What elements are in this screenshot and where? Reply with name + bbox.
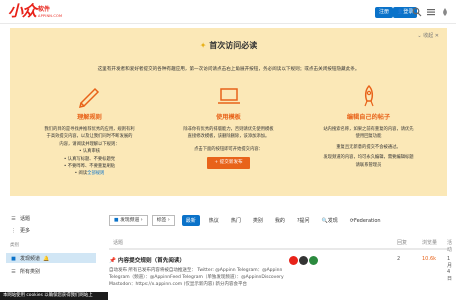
rules-bullet: • 认真写标题、不要标题党 xyxy=(63,156,116,162)
tab-federation[interactable]: ⟳Federation xyxy=(350,218,381,224)
column-activity[interactable]: 活动 xyxy=(447,239,452,253)
list-icon: ☰ xyxy=(11,268,16,275)
chevron-right-icon: › xyxy=(166,218,170,223)
rules-column: 理解规则 我们的目的是寻找并推荐优秀的应用，规则有利 于高效提交内容，以及让我们… xyxy=(22,83,157,178)
laptop-icon xyxy=(217,88,240,104)
rules-bullet: • 阅读全部规则 xyxy=(22,170,157,177)
tab-categories[interactable]: 类别 xyxy=(253,217,263,224)
list-icon: ☰ xyxy=(11,215,16,222)
tags-dropdown-label: 标签 xyxy=(156,218,167,223)
bell-icon: 🔔 xyxy=(43,255,50,262)
sidebar-item-more[interactable]: ⋮ 更多 xyxy=(10,227,31,235)
activity-date[interactable]: 1月 4日 xyxy=(447,256,452,282)
first-visit-banner: ⌄ 收起 ✕ ✦ 首次访问必读 这里有开发者和爱好者提交的各种有趣应用，第一次访… xyxy=(10,28,447,196)
column-views[interactable]: 浏览量 xyxy=(422,239,437,246)
tab-discover[interactable]: 🔍发现 xyxy=(322,217,338,224)
topic-toolbar: ■ 发现频道 › 标签 › 最新 热议 热门 类别 我的 ?提问 🔍发现 ⟳Fe… xyxy=(109,215,387,226)
logo-url: APPINN.COM xyxy=(38,14,63,18)
view-count: 10.6k xyxy=(422,256,437,262)
edit-text: 站内搜索名称，如果之前有重复的内容，请优先 使用回复功能 重复且无新意的提交不会… xyxy=(301,126,436,169)
topic-posters xyxy=(289,256,319,265)
tab-federation-label: Federation xyxy=(353,217,381,224)
banner-title-text: 首次访问必读 xyxy=(209,41,258,50)
rules-bullet: • 认真审核 xyxy=(78,149,101,155)
sidebar-item-all-categories[interactable]: ☰ 所有类别 xyxy=(10,268,41,276)
edit-title: 编辑自己的帖子 xyxy=(346,114,391,121)
tab-top[interactable]: 热门 xyxy=(231,217,241,224)
rules-bullet: • 不要哗哗、不要重复刷贴 xyxy=(63,164,116,170)
edit-line: 站内搜索名称，如果之前有重复的内容，请优先 xyxy=(323,127,414,132)
cookie-notice: 本网站使用 cookies 以确保您获得我们网站上 xyxy=(0,292,108,300)
hamburger-menu-icon[interactable] xyxy=(426,7,436,17)
sidebar-item-discover[interactable]: ■ 发现频道 🔔 xyxy=(10,255,50,263)
template-title: 使用模板 xyxy=(216,114,241,121)
site-logo[interactable]: 小众 软件 APPINN.COM xyxy=(8,3,62,19)
tab-ask[interactable]: ?提问 xyxy=(297,217,310,224)
spark-icon: ✦ xyxy=(199,41,210,50)
sidebar-item-label: 更多 xyxy=(20,228,31,234)
template-line: 除非你有优秀的排版能力，否则请优先使用模板 xyxy=(183,127,274,132)
close-icon[interactable]: ✕ xyxy=(433,33,439,39)
sidebar-section-categories[interactable]: 类别 xyxy=(10,242,19,248)
rules-text: 我们的目的是寻找并推荐优秀的应用，规则有利 于高效提交内容，以及让我们同时不断发… xyxy=(22,126,157,178)
logo-mark: 小众 xyxy=(8,2,37,20)
chevron-right-icon: › xyxy=(139,218,143,223)
edit-column: 编辑自己的帖子 站内搜索名称，如果之前有重复的内容，请优先 使用回复功能 重复且… xyxy=(301,83,436,169)
topic-title-text: 内容提交规则（首先阅读） xyxy=(117,258,186,264)
rocket-icon xyxy=(363,84,374,107)
topic-excerpt: 自动发布 所有已发布内容将被自动推送至： Twitter: @Appinn Te… xyxy=(109,268,284,287)
tab-discover-label: 发现 xyxy=(327,218,338,224)
template-line: 直接修改模板，该删除删除，该添加添加。 xyxy=(187,134,270,140)
edit-line: 发现频道的内容，均可永久编辑，需要编辑标题 xyxy=(323,155,414,161)
sidebar-item-label: 话题 xyxy=(20,216,31,222)
more-icon: ⋮ xyxy=(11,227,16,234)
banner-collapse-button[interactable]: ⌄ 收起 ✕ xyxy=(417,32,439,39)
rules-line: 内容，请阅读并理解以下规则： xyxy=(59,141,120,147)
edit-line: 重复且无新意的提交不会被通过。 xyxy=(336,144,401,150)
register-button[interactable]: 注册 xyxy=(375,7,394,18)
template-column: 使用模板 除非你有优秀的排版能力，否则请优先使用模板 直接修改模板，该删除删除，… xyxy=(161,83,296,169)
column-topic[interactable]: 话题 xyxy=(113,239,123,246)
tab-hot[interactable]: 热议 xyxy=(209,217,219,224)
template-text: 除非你有优秀的排版能力，否则请优先使用模板 直接修改模板，该删除删除，该添加添加… xyxy=(161,126,296,169)
category-square-icon: ■ xyxy=(11,255,16,262)
reply-count: 2 xyxy=(397,256,401,262)
banner-intro: 这里有开发者和爱好者提交的各种有趣应用，第一次访问请点击右上角展开按钮，务必阅读… xyxy=(97,67,360,72)
submit-new-post-button[interactable]: + 提交新发布 xyxy=(207,157,250,169)
rules-bullet-prefix: • 阅读 xyxy=(74,171,88,177)
logo-text: 软件 APPINN.COM xyxy=(38,7,62,19)
banner-title: ✦ 首次访问必读 xyxy=(10,40,447,51)
avatar[interactable] xyxy=(299,256,308,265)
avatar[interactable] xyxy=(309,256,318,265)
pin-icon: 📌 xyxy=(109,258,116,264)
sidebar-item-label: 发现频道 xyxy=(20,256,41,262)
site-header: 小众 软件 APPINN.COM 注册 👤登录 xyxy=(0,0,456,24)
avatar[interactable] xyxy=(289,256,298,265)
category-dropdown-label: 发现频道 xyxy=(120,218,140,223)
edit-line: 使用回复功能 xyxy=(355,134,382,140)
tab-mine[interactable]: 我的 xyxy=(275,217,285,224)
tab-latest[interactable]: 最新 xyxy=(181,215,200,226)
sidebar-item-topics[interactable]: ☰ 话题 xyxy=(10,215,31,223)
banner-collapse-label: 收起 xyxy=(423,33,434,39)
all-rules-link[interactable]: 全部规则 xyxy=(87,171,104,176)
rules-line: 我们的目的是寻找并推荐优秀的应用，规则有利 xyxy=(44,127,135,132)
template-line: 点击下面的按钮即可开始提交内容： xyxy=(194,146,263,152)
search-icon[interactable] xyxy=(412,7,422,17)
rules-line: 于高效提交内容，以及让我们同时不断发展的 xyxy=(46,134,133,140)
pencil-icon xyxy=(78,87,99,109)
sidebar-item-label: 所有类别 xyxy=(20,269,41,275)
submit-new-post-label: 提交新发布 xyxy=(219,160,243,166)
category-dropdown[interactable]: ■ 发现频道 › xyxy=(109,215,148,226)
tags-dropdown[interactable]: 标签 › xyxy=(151,215,175,226)
column-replies[interactable]: 回复 xyxy=(397,239,407,246)
table-row[interactable]: 📌 内容提交规则（首先阅读） 自动发布 所有已发布内容将被自动推送至： Twitt… xyxy=(109,256,452,288)
edit-line: 请联系管理员 xyxy=(355,162,382,168)
rules-title: 理解规则 xyxy=(77,114,102,121)
sidebar: ☰ 话题 ⋮ 更多 类别 ■ 发现频道 🔔 ☰ 所有类别 xyxy=(0,211,100,300)
theme-toggle-icon[interactable] xyxy=(440,7,450,17)
topic-list-header: 话题 回复 浏览量 活动 xyxy=(109,236,452,253)
